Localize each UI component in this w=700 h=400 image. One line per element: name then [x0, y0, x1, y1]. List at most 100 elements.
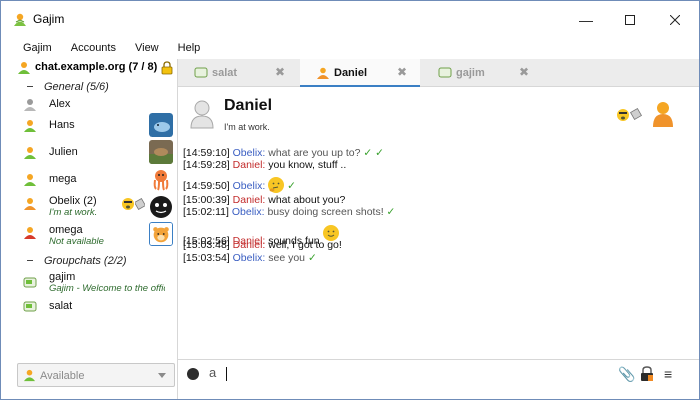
contact-name: salat: [49, 300, 73, 312]
contact-name: Alex: [49, 98, 71, 110]
conversation-view[interactable]: [14:59:10] Obelix: what are you up to? ✓…: [178, 139, 699, 361]
contact-status: I'm at work.: [49, 207, 98, 218]
timestamp: [15:03:48]: [183, 239, 230, 251]
nickname: Obelix:: [232, 147, 266, 159]
away-status-icon: [24, 198, 36, 210]
nickname: Daniel:: [232, 239, 266, 251]
message: [15:02:11] Obelix: busy doing screen sho…: [183, 206, 395, 218]
groupchat-icon: [194, 67, 208, 78]
menu-gajim[interactable]: Gajim: [1, 39, 59, 59]
minimize-button[interactable]: —: [564, 1, 608, 39]
receipt-check-icon: ✓: [287, 180, 296, 192]
timestamp: [14:59:50]: [183, 180, 230, 192]
timestamp: [14:59:10]: [183, 147, 230, 159]
menu-icon[interactable]: ≡: [664, 366, 672, 382]
gajim-window: Gajim — Gajim Accounts View Help chat.ex…: [0, 0, 700, 400]
avatar: [150, 196, 172, 218]
online-status-icon: [24, 174, 36, 186]
receipt-check-icon: ✓: [307, 252, 317, 264]
roster: chat.example.org (7 / 8) General (5/6) A…: [1, 59, 177, 359]
tab-label: gajim: [456, 67, 485, 79]
online-status-icon: [18, 62, 30, 74]
groupchat-icon: [438, 67, 452, 78]
title-bar: Gajim —: [1, 1, 699, 39]
maximize-button[interactable]: [608, 1, 652, 39]
message: [14:59:50] Obelix: ✓: [183, 177, 296, 193]
group-label: General (5/6): [44, 81, 109, 93]
gajim-logo-icon: [14, 13, 26, 26]
message-body: see you: [268, 252, 306, 264]
timestamp: [15:02:11]: [183, 206, 229, 218]
window-title: Gajim: [33, 12, 65, 26]
timestamp: [15:03:54]: [183, 252, 230, 264]
tab-close-icon[interactable]: ✖: [397, 65, 407, 79]
account-row[interactable]: chat.example.org (7 / 8): [1, 59, 177, 77]
groupchat-icon: [23, 277, 37, 288]
emoji-picker-icon[interactable]: [187, 368, 199, 380]
activity-icon: [630, 108, 642, 120]
activity-icon: [135, 198, 145, 210]
receipt-check-icon: ✓ ✓: [363, 147, 384, 159]
tab-gajim[interactable]: gajim ✖: [422, 59, 542, 87]
presence-selector[interactable]: Available: [17, 363, 175, 387]
receipt-check-icon: ✓: [386, 206, 396, 218]
tab-salat[interactable]: salat ✖: [178, 59, 298, 87]
away-status-icon: [653, 102, 673, 127]
tab-daniel[interactable]: Daniel ✖: [300, 59, 420, 87]
tab-close-icon[interactable]: ✖: [519, 65, 529, 79]
avatar: [149, 140, 173, 164]
contact-status: Not available: [49, 236, 104, 247]
contact-name: Hans: [49, 119, 75, 131]
message-body: busy doing screen shots!: [267, 206, 384, 218]
mood-emoji-icon: [617, 109, 629, 121]
timestamp: [15:00:39]: [183, 194, 230, 206]
default-avatar-icon: [190, 100, 214, 129]
group-label: Groupchats (2/2): [44, 255, 127, 267]
message-input[interactable]: [226, 367, 227, 381]
contact-name: omega: [49, 224, 83, 236]
contact-name: mega: [49, 173, 77, 185]
contact-julien[interactable]: Julien: [1, 138, 177, 166]
contact-name: Julien: [49, 146, 78, 158]
thinking-face-icon: [268, 177, 284, 193]
maximize-icon: [625, 15, 635, 25]
menu-accounts[interactable]: Accounts: [59, 39, 123, 59]
tab-close-icon[interactable]: ✖: [275, 65, 285, 79]
contact-obelix[interactable]: Obelix (2) I'm at work.: [1, 192, 177, 222]
message: [14:59:28] Daniel: you know, stuff ..: [183, 159, 346, 171]
group-general[interactable]: General (5/6): [1, 78, 177, 96]
message-body: what are you up to?: [268, 147, 361, 159]
timestamp: [14:59:28]: [183, 159, 230, 171]
close-button[interactable]: [653, 1, 697, 39]
menu-help[interactable]: Help: [166, 39, 208, 59]
tab-label: salat: [212, 67, 238, 79]
busy-status-icon: [24, 227, 36, 239]
thinking-emoji-icon: [268, 177, 285, 193]
nickname: Obelix:: [232, 180, 266, 192]
offline-status-icon: [24, 99, 36, 111]
contact-hans[interactable]: Hans: [1, 111, 177, 139]
octopus-avatar: [149, 167, 173, 191]
away-status-icon: [317, 67, 329, 79]
message-body: what about you?: [268, 194, 346, 206]
formatting-button[interactable]: a: [209, 365, 216, 380]
message-body: well, I got to go!: [268, 239, 342, 251]
contact-mega[interactable]: mega: [1, 165, 177, 193]
groupchat-salat[interactable]: salat: [1, 295, 177, 317]
avatar: [149, 113, 173, 137]
online-status-icon: [24, 147, 36, 159]
presence-label: Available: [40, 370, 85, 382]
encryption-lock-icon[interactable]: [640, 366, 654, 382]
nickname: Daniel:: [232, 194, 266, 206]
menu-view[interactable]: View: [123, 39, 166, 59]
message: [14:59:10] Obelix: what are you up to? ✓…: [183, 147, 384, 159]
group-groupchats[interactable]: Groupchats (2/2): [1, 252, 177, 270]
nickname: Daniel:: [232, 159, 266, 171]
nickname: Obelix:: [231, 206, 265, 218]
message-body: you know, stuff ..: [268, 159, 347, 171]
contact-omega[interactable]: omega Not available: [1, 221, 177, 251]
groupchat-gajim[interactable]: gajim Gajim - Welcome to the official: [1, 269, 177, 297]
nickname: Obelix:: [232, 252, 266, 264]
attach-file-icon[interactable]: 📎: [618, 366, 635, 383]
contact-name: Obelix (2): [49, 195, 97, 207]
